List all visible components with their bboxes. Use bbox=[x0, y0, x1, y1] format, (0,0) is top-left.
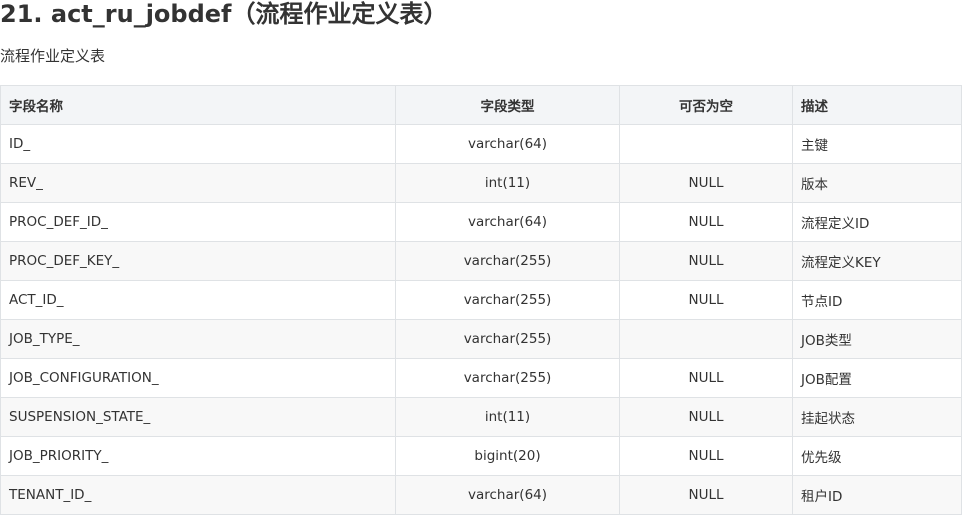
page-title: 21. act_ru_jobdef（流程作业定义表） bbox=[0, 0, 448, 28]
cell-nullable: NULL bbox=[619, 475, 793, 515]
cell-field-type: bigint(20) bbox=[395, 436, 620, 476]
cell-nullable: NULL bbox=[619, 280, 793, 320]
table-row: REV_ int(11) NULL 版本 bbox=[0, 163, 962, 203]
cell-field-name: JOB_CONFIGURATION_ bbox=[0, 358, 396, 398]
cell-field-type: varchar(64) bbox=[395, 124, 620, 164]
cell-field-type: int(11) bbox=[395, 163, 620, 203]
cell-field-name: ID_ bbox=[0, 124, 396, 164]
cell-field-type: varchar(64) bbox=[395, 202, 620, 242]
cell-nullable bbox=[619, 124, 793, 164]
cell-field-name: JOB_TYPE_ bbox=[0, 319, 396, 359]
cell-description: 租户ID bbox=[792, 475, 962, 515]
table-row: TENANT_ID_ varchar(64) NULL 租户ID bbox=[0, 475, 962, 515]
cell-field-type: varchar(64) bbox=[395, 475, 620, 515]
cell-nullable bbox=[619, 319, 793, 359]
cell-description: 版本 bbox=[792, 163, 962, 203]
cell-field-name: PROC_DEF_KEY_ bbox=[0, 241, 396, 281]
cell-field-name: TENANT_ID_ bbox=[0, 475, 396, 515]
cell-nullable: NULL bbox=[619, 163, 793, 203]
cell-nullable: NULL bbox=[619, 397, 793, 437]
cell-description: 挂起状态 bbox=[792, 397, 962, 437]
header-field-type: 字段类型 bbox=[395, 85, 620, 125]
header-description: 描述 bbox=[792, 85, 962, 125]
table-row: JOB_CONFIGURATION_ varchar(255) NULL JOB… bbox=[0, 358, 962, 398]
header-nullable: 可否为空 bbox=[619, 85, 793, 125]
cell-field-name: REV_ bbox=[0, 163, 396, 203]
cell-description: JOB配置 bbox=[792, 358, 962, 398]
field-definition-table: 字段名称 字段类型 可否为空 描述 ID_ varchar(64) 主键 REV… bbox=[0, 85, 962, 515]
cell-description: 流程定义KEY bbox=[792, 241, 962, 281]
cell-nullable: NULL bbox=[619, 358, 793, 398]
cell-field-type: varchar(255) bbox=[395, 319, 620, 359]
cell-nullable: NULL bbox=[619, 202, 793, 242]
cell-description: 节点ID bbox=[792, 280, 962, 320]
table-row: JOB_TYPE_ varchar(255) JOB类型 bbox=[0, 319, 962, 359]
cell-field-type: varchar(255) bbox=[395, 241, 620, 281]
cell-field-name: JOB_PRIORITY_ bbox=[0, 436, 396, 476]
table-row: PROC_DEF_ID_ varchar(64) NULL 流程定义ID bbox=[0, 202, 962, 242]
table-row: ACT_ID_ varchar(255) NULL 节点ID bbox=[0, 280, 962, 320]
table-row: PROC_DEF_KEY_ varchar(255) NULL 流程定义KEY bbox=[0, 241, 962, 281]
table-row: ID_ varchar(64) 主键 bbox=[0, 124, 962, 164]
cell-nullable: NULL bbox=[619, 241, 793, 281]
cell-field-name: SUSPENSION_STATE_ bbox=[0, 397, 396, 437]
cell-description: 优先级 bbox=[792, 436, 962, 476]
cell-description: 主键 bbox=[792, 124, 962, 164]
cell-field-type: varchar(255) bbox=[395, 358, 620, 398]
cell-description: 流程定义ID bbox=[792, 202, 962, 242]
table-row: SUSPENSION_STATE_ int(11) NULL 挂起状态 bbox=[0, 397, 962, 437]
cell-field-type: varchar(255) bbox=[395, 280, 620, 320]
header-field-name: 字段名称 bbox=[0, 85, 396, 125]
cell-field-type: int(11) bbox=[395, 397, 620, 437]
table-header: 字段名称 字段类型 可否为空 描述 bbox=[0, 85, 962, 125]
cell-description: JOB类型 bbox=[792, 319, 962, 359]
table-body: ID_ varchar(64) 主键 REV_ int(11) NULL 版本 … bbox=[0, 124, 962, 515]
table-header-row: 字段名称 字段类型 可否为空 描述 bbox=[0, 85, 962, 125]
cell-nullable: NULL bbox=[619, 436, 793, 476]
table-row: JOB_PRIORITY_ bigint(20) NULL 优先级 bbox=[0, 436, 962, 476]
cell-field-name: ACT_ID_ bbox=[0, 280, 396, 320]
cell-field-name: PROC_DEF_ID_ bbox=[0, 202, 396, 242]
page-description: 流程作业定义表 bbox=[0, 47, 106, 65]
